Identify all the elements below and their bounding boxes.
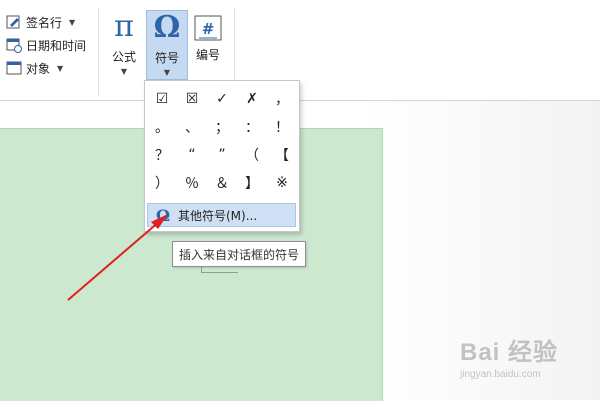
symbol-label: 符号 [154, 51, 179, 65]
symbol-cell[interactable]: 、 [177, 113, 207, 141]
object-icon [6, 60, 22, 76]
symbol-cell[interactable]: ✗ [237, 85, 267, 113]
symbol-cell[interactable]: ： [237, 113, 267, 141]
chevron-down-icon: ▼ [69, 17, 76, 27]
symbol-cell[interactable]: ， [267, 85, 297, 113]
signature-line-button[interactable]: 签名行 ▼ [6, 12, 75, 32]
symbol-cell[interactable]: ！ [267, 113, 297, 141]
symbol-cell[interactable]: ％ [177, 169, 207, 197]
chevron-down-icon: ▼ [57, 63, 64, 73]
chevron-down-icon: ▼ [120, 67, 128, 76]
signature-line-icon [6, 14, 22, 30]
formula-button[interactable]: π 公式 ▼ [106, 10, 142, 78]
omega-icon: Ω [155, 205, 171, 225]
number-label: 编号 [195, 48, 220, 62]
ribbon: 签名行 ▼ 日期和时间 对象 ▼ π 公式 ▼ Ω 符号 ▼ # 编号 [0, 0, 600, 101]
symbol-cell[interactable]: 【 [267, 141, 297, 169]
watermark-url: jingyan.baidu.com [460, 369, 541, 380]
number-glyph: # [202, 20, 215, 38]
more-symbols-label: 其他符号(M)... [178, 208, 258, 223]
symbol-cell[interactable]: ※ [267, 169, 297, 197]
omega-icon: Ω [153, 10, 181, 45]
symbol-cell[interactable]: ； [207, 113, 237, 141]
more-symbols-menu-item[interactable]: Ω 其他符号(M)... [147, 203, 296, 227]
tooltip-text: 插入来自对话框的符号 [179, 247, 300, 262]
symbol-cell[interactable]: ☑ [147, 85, 177, 113]
symbol-cell[interactable]: 。 [147, 113, 177, 141]
symbol-grid: ☑ ☒ ✓ ✗， 。、；：！ ？ “” （【 ）％＆】 ※ [147, 85, 297, 197]
symbol-cell[interactable]: ✓ [207, 85, 237, 113]
signature-line-label: 签名行 [26, 15, 63, 30]
date-time-label: 日期和时间 [26, 38, 87, 53]
tooltip: 插入来自对话框的符号 [172, 241, 307, 267]
date-time-icon [6, 37, 22, 53]
number-icon: # [190, 10, 226, 46]
formula-label: 公式 [111, 50, 136, 64]
number-button[interactable]: # 编号 [190, 10, 226, 78]
symbol-dropdown: ☑ ☒ ✓ ✗， 。、；：！ ？ “” （【 ）％＆】 ※ Ω 其他符号(M)... [144, 80, 300, 232]
symbol-cell[interactable]: ” [207, 141, 237, 169]
symbol-cell[interactable]: 】 [237, 169, 267, 197]
group-divider [98, 8, 99, 96]
object-button[interactable]: 对象 ▼ [6, 58, 63, 78]
symbol-cell[interactable]: ☒ [177, 85, 207, 113]
object-label: 对象 [26, 61, 51, 76]
symbol-cell[interactable]: ） [147, 169, 177, 197]
symbol-cell[interactable]: “ [177, 141, 207, 169]
symbol-cell[interactable]: ？ [147, 141, 177, 169]
symbol-button[interactable]: Ω 符号 ▼ [146, 10, 188, 80]
date-time-button[interactable]: 日期和时间 [6, 35, 86, 55]
watermark-brand: Bai 经验 [460, 339, 559, 366]
symbol-cell[interactable]: （ [237, 141, 267, 169]
watermark: Bai 经验 jingyan.baidu.com [460, 332, 590, 392]
chevron-down-icon: ▼ [163, 68, 171, 77]
symbol-cell[interactable]: ＆ [207, 169, 237, 197]
pi-icon: π [114, 9, 134, 44]
